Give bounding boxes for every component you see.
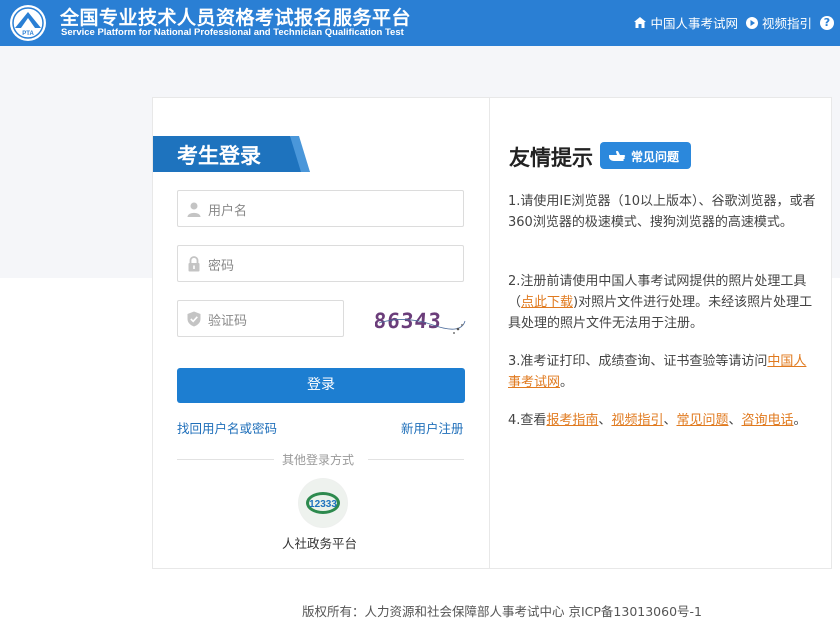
site-title: 全国专业技术人员资格考试报名服务平台	[60, 7, 412, 29]
password-field[interactable]: 密码	[177, 245, 464, 282]
password-placeholder: 密码	[208, 259, 235, 274]
username-placeholder: 用户名	[208, 204, 248, 219]
site-subtitle: Service Platform for National Profession…	[61, 27, 404, 38]
header-links: 中国人事考试网 视频指引 ?	[626, 13, 834, 32]
faq-link[interactable]: 常见问题	[676, 413, 728, 428]
header-link-video[interactable]: 视频指引	[745, 13, 812, 32]
captcha-text: 86343	[375, 308, 443, 333]
login-panel: 考生登录 用户名 密码 验证码 86343 登录 找回用户名或密码 新用户注册	[153, 98, 490, 568]
header-link-cpta[interactable]: 中国人事考试网	[634, 13, 738, 32]
help-icon[interactable]: ?	[820, 15, 834, 30]
register-link[interactable]: 新用户注册	[401, 418, 464, 437]
other-login-label: 其他登录方式	[282, 453, 355, 467]
captcha-field[interactable]: 验证码	[177, 300, 344, 337]
tip-resources: 4.查看报考指南、视频指引、常见问题、咨询电话。	[508, 413, 807, 428]
captcha-placeholder: 验证码	[208, 314, 248, 329]
gov-platform-logo[interactable]: 12333	[298, 478, 348, 528]
pta-logo: PTA	[9, 4, 47, 42]
top-header: PTA 全国专业技术人员资格考试报名服务平台 Service Platform …	[0, 0, 840, 46]
pointing-hand-icon	[609, 150, 626, 161]
divider-right	[368, 459, 464, 460]
divider-left	[177, 459, 274, 460]
header-link-label: 视频指引	[761, 16, 812, 31]
tip-cpta: 3.准考证打印、成绩查询、证书查验等请访问中国人事考试网。	[508, 354, 807, 390]
recover-account-link[interactable]: 找回用户名或密码	[177, 418, 277, 437]
video-guide-link[interactable]: 视频指引	[611, 413, 663, 428]
user-icon	[187, 202, 201, 217]
lock-icon	[188, 256, 200, 272]
tip-photo-tool: 2.注册前请使用中国人事考试网提供的照片处理工具（点此下载)对照片文件进行处理。…	[508, 274, 813, 331]
footer: 版权所有：人力资源和社会保障部人事考试中心 京ICP备13013060号-1	[0, 601, 840, 620]
tip-browser: 1.请使用IE浏览器（10以上版本）、谷歌浏览器，或者360浏览器的极速模式、搜…	[508, 194, 816, 230]
gov-logo-text: 12333	[309, 499, 337, 510]
faq-badge[interactable]: 常见问题	[600, 142, 691, 169]
login-title: 考生登录	[153, 136, 310, 172]
home-icon	[634, 17, 647, 28]
play-icon	[745, 16, 758, 29]
tips-title: 友情提示	[509, 146, 593, 170]
shield-icon	[187, 311, 201, 327]
header-link-label: 中国人事考试网	[650, 16, 738, 31]
captcha-image[interactable]: 86343	[373, 301, 467, 337]
hotline-link[interactable]: 咨询电话	[742, 413, 794, 428]
gov-platform-label[interactable]: 人社政务平台	[282, 533, 357, 552]
login-button[interactable]: 登录	[177, 368, 465, 403]
username-field[interactable]: 用户名	[177, 190, 464, 227]
logo-text: PTA	[22, 31, 34, 37]
login-card: 考生登录 用户名 密码 验证码 86343 登录 找回用户名或密码 新用户注册	[152, 97, 832, 569]
download-tool-link[interactable]: 点此下载	[521, 295, 573, 310]
guide-link[interactable]: 报考指南	[546, 413, 598, 428]
copyright-text: 版权所有：人力资源和社会保障部人事考试中心 京ICP备13013060号-1	[301, 604, 702, 619]
